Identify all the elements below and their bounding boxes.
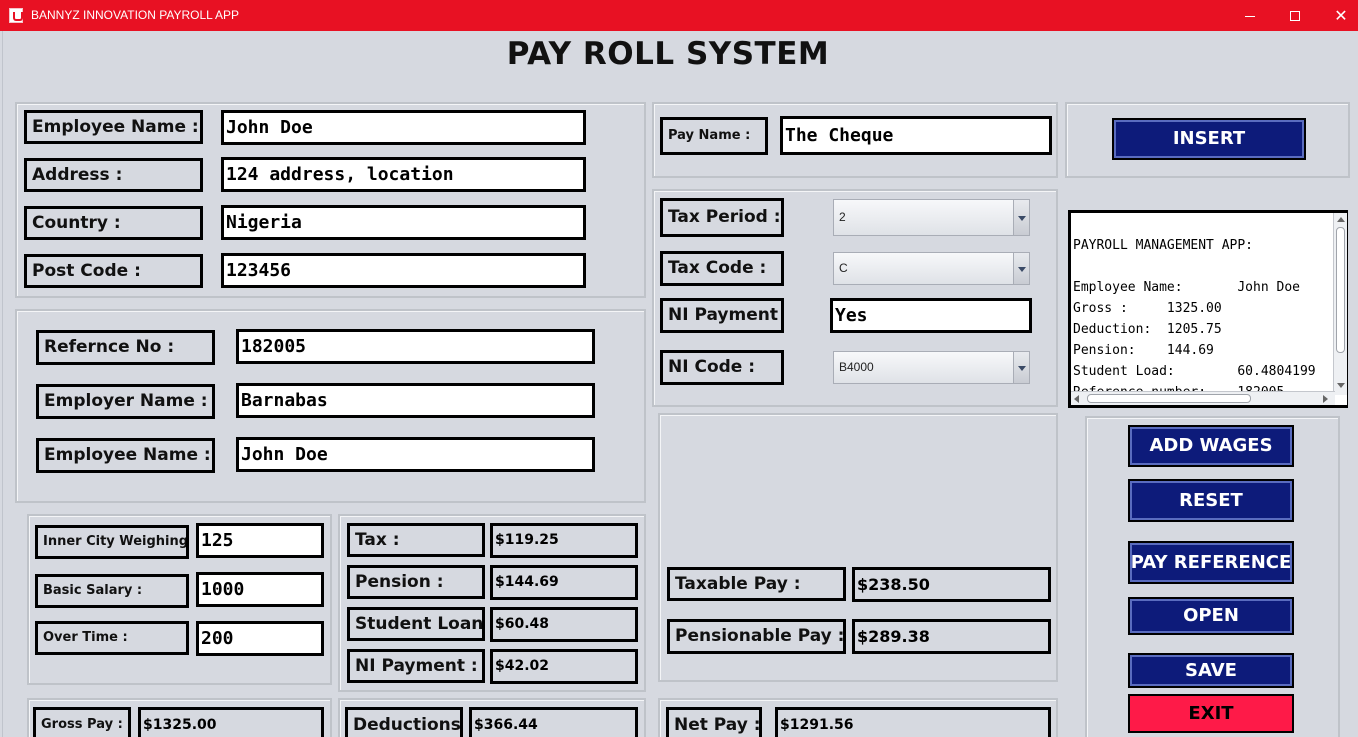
chevron-down-icon[interactable]	[1013, 253, 1029, 284]
receipt-text: PAYROLL MANAGEMENT APP: Employee Name: J…	[1073, 238, 1316, 400]
window-titlebar: BANNYZ INNOVATION PAYROLL APP ✕	[0, 0, 1358, 31]
tax-code-label: Tax Code :	[660, 251, 784, 286]
postcode-label: Post Code :	[24, 254, 203, 288]
pay-name-label: Pay Name :	[660, 117, 768, 155]
employee-name-label: Employee Name :	[24, 110, 203, 144]
ni-payment-deduction-field[interactable]: $42.02	[490, 649, 638, 684]
reference-employee-name-field[interactable]: John Doe	[236, 437, 595, 472]
employer-name-label: Employer Name :	[36, 384, 215, 419]
minimize-button[interactable]	[1227, 0, 1273, 31]
employer-name-field[interactable]: Barnabas	[236, 383, 595, 418]
java-app-icon	[9, 8, 23, 23]
overtime-field[interactable]: 200	[196, 621, 324, 656]
window-title: BANNYZ INNOVATION PAYROLL APP	[31, 8, 240, 22]
address-field[interactable]: 124 address, location	[221, 157, 586, 192]
minimize-icon	[1245, 16, 1255, 17]
scroll-down-icon[interactable]	[1337, 383, 1345, 388]
tax-code-value: C	[839, 261, 848, 275]
chevron-down-icon[interactable]	[1013, 200, 1029, 235]
pay-reference-button[interactable]: PAY REFERENCE	[1128, 541, 1294, 584]
receipt-textarea[interactable]: PAYROLL MANAGEMENT APP: Employee Name: J…	[1068, 210, 1348, 408]
tax-period-select[interactable]: 2	[833, 199, 1030, 236]
country-field[interactable]: Nigeria	[221, 205, 586, 240]
reference-employee-name-label: Employee Name :	[36, 438, 215, 473]
horizontal-scrollbar[interactable]	[1071, 391, 1335, 405]
net-pay-label: Net Pay :	[666, 707, 762, 737]
maximize-button[interactable]	[1272, 0, 1318, 31]
tax-period-value: 2	[839, 210, 846, 224]
basic-salary-label: Basic Salary :	[35, 574, 189, 608]
gross-pay-label: Gross Pay :	[33, 707, 131, 737]
open-button[interactable]: OPEN	[1128, 597, 1294, 635]
net-pay-field[interactable]: $1291.56	[775, 707, 1051, 737]
student-loan-label: Student Loan :	[347, 607, 485, 641]
tax-period-label: Tax Period :	[660, 198, 784, 237]
scroll-left-icon[interactable]	[1074, 395, 1079, 403]
postcode-field[interactable]: 123456	[221, 253, 586, 288]
tax-code-select[interactable]: C	[833, 252, 1030, 285]
scroll-up-icon[interactable]	[1337, 217, 1345, 222]
overtime-label: Over Time :	[35, 621, 189, 655]
chevron-down-icon[interactable]	[1013, 352, 1029, 383]
tax-field[interactable]: $119.25	[490, 523, 638, 558]
pay-name-field[interactable]: The Cheque	[780, 116, 1052, 155]
tax-label: Tax :	[347, 523, 485, 557]
pension-label: Pension :	[347, 565, 485, 599]
page-title: PAY ROLL SYSTEM	[506, 36, 830, 72]
close-button[interactable]: ✕	[1318, 0, 1358, 31]
deductions-total-field[interactable]: $366.44	[469, 707, 638, 737]
ni-code-label: NI Code :	[660, 350, 784, 385]
vertical-scrollbar[interactable]	[1333, 213, 1347, 395]
student-loan-field[interactable]: $60.48	[490, 607, 638, 642]
vertical-scroll-thumb[interactable]	[1336, 227, 1345, 353]
add-wages-button[interactable]: ADD WAGES	[1128, 425, 1294, 467]
taxable-pay-label: Taxable Pay :	[667, 567, 846, 601]
inner-city-label: Inner City Weighing :	[35, 525, 189, 559]
horizontal-scroll-thumb[interactable]	[1087, 394, 1251, 403]
close-icon: ✕	[1334, 6, 1348, 25]
scroll-right-icon[interactable]	[1323, 395, 1328, 403]
save-button[interactable]: SAVE	[1128, 653, 1294, 688]
reset-button[interactable]: RESET	[1128, 479, 1294, 522]
taxable-pay-field[interactable]: $238.50	[852, 567, 1051, 602]
insert-button[interactable]: INSERT	[1112, 118, 1306, 160]
ni-payment-field[interactable]: Yes	[830, 298, 1032, 333]
country-label: Country :	[24, 206, 203, 240]
ni-code-value: B4000	[839, 360, 874, 374]
pensionable-pay-field[interactable]: $289.38	[852, 619, 1051, 654]
deductions-total-label: Deductions :	[345, 707, 463, 737]
inner-city-field[interactable]: 125	[196, 523, 324, 558]
pensionable-pay-label: Pensionable Pay :	[667, 619, 846, 654]
gross-pay-field[interactable]: $1325.00	[138, 707, 324, 737]
maximize-icon	[1290, 10, 1300, 21]
employee-name-field[interactable]: John Doe	[221, 110, 586, 145]
address-label: Address :	[24, 158, 203, 192]
ni-payment-label: NI Payment :	[660, 298, 784, 333]
exit-button[interactable]: EXIT	[1128, 694, 1294, 733]
basic-salary-field[interactable]: 1000	[196, 572, 324, 607]
reference-no-label: Refernce No :	[36, 330, 215, 365]
pension-field[interactable]: $144.69	[490, 565, 638, 600]
ni-code-select[interactable]: B4000	[833, 351, 1030, 384]
reference-no-field[interactable]: 182005	[236, 329, 595, 364]
ni-payment-deduction-label: NI Payment :	[347, 649, 485, 683]
